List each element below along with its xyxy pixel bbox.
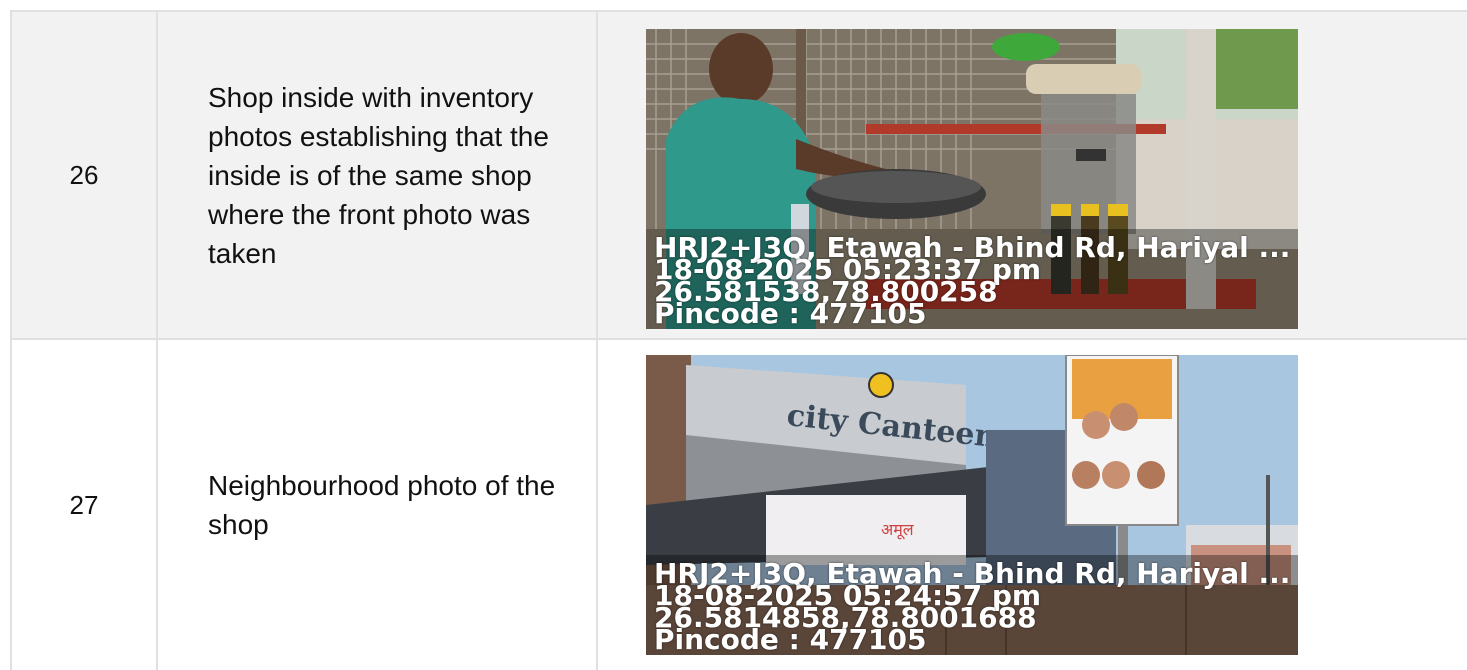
table-row: 27 Neighbourhood photo of the shop city … <box>10 340 1467 670</box>
row-description: Neighbourhood photo of the shop <box>156 340 596 670</box>
evidence-table: 26 Shop inside with inventory photos est… <box>10 10 1467 670</box>
photo-cell: HRJ2+J3Q, Etawah - Bhind Rd, Hariyal ...… <box>596 12 1467 338</box>
svg-text:अमूल: अमूल <box>881 520 915 540</box>
row-number: 26 <box>10 12 156 338</box>
photo-cell: city Canteen अमूल HRJ2+J3Q, Etawah - Bhi… <box>596 340 1467 670</box>
row-description: Shop inside with inventory photos establ… <box>156 12 596 338</box>
geotag-overlay: HRJ2+J3Q, Etawah - Bhind Rd, Hariyal ...… <box>646 555 1298 655</box>
shop-inside-photo[interactable]: HRJ2+J3Q, Etawah - Bhind Rd, Hariyal ...… <box>646 29 1298 329</box>
neighbourhood-photo[interactable]: city Canteen अमूल HRJ2+J3Q, Etawah - Bhi… <box>646 355 1298 655</box>
row-number: 27 <box>10 340 156 670</box>
table-row: 26 Shop inside with inventory photos est… <box>10 12 1467 340</box>
geotag-overlay: HRJ2+J3Q, Etawah - Bhind Rd, Hariyal ...… <box>646 229 1298 329</box>
